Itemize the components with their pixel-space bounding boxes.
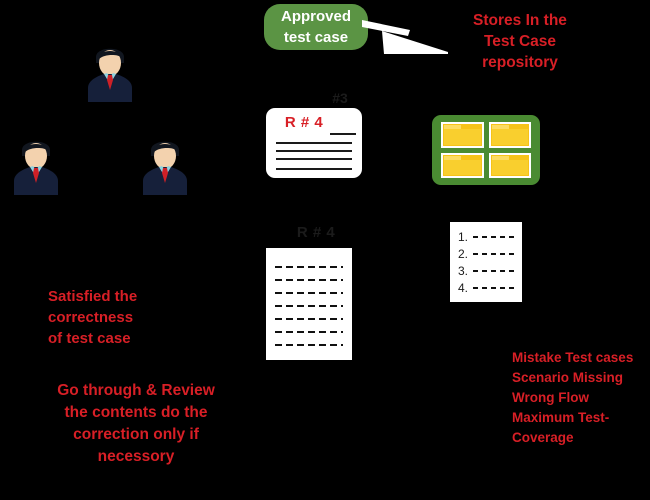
- ghost-label-hash3: #3: [332, 90, 348, 106]
- annotation-satisfied-correctness: Satisfied the correctness of test case: [48, 286, 218, 349]
- mistake-line-1: Mistake Test cases: [512, 350, 634, 365]
- list-item: 3.: [458, 262, 522, 279]
- folder-icon: [443, 154, 482, 176]
- card-title: R # 4: [284, 114, 324, 131]
- mistake-line-4: Maximum Test-: [512, 410, 610, 425]
- document-dashed-line: [275, 344, 343, 346]
- pill-label-line1: Approved: [280, 8, 351, 25]
- list-item: 1.: [458, 228, 522, 245]
- card-body-line: [276, 142, 352, 144]
- review-line-3: correction only if: [73, 426, 199, 443]
- annotation-stores-in-repository: Stores In the Test Case repository: [430, 10, 610, 73]
- satisfied-line-1: Satisfied the: [48, 288, 138, 305]
- reviewer-avatar-top: [82, 40, 138, 102]
- folder-icon: [490, 124, 529, 146]
- review-line-2: the contents do the: [64, 404, 208, 421]
- list-item-number: 2.: [458, 246, 469, 261]
- ghost-label-r4: R # 4: [296, 224, 336, 241]
- stores-line-2: Test Case: [483, 33, 557, 50]
- test-case-card: R # 4: [266, 108, 362, 178]
- folder-icon: [443, 124, 482, 146]
- mistake-line-5: Coverage: [512, 430, 574, 445]
- list-item-number: 4.: [458, 280, 469, 295]
- annotation-mistake-list: Mistake Test cases Scenario Missing Wron…: [512, 348, 650, 448]
- list-item-dashes: [473, 235, 514, 238]
- mistake-line-3: Wrong Flow: [512, 390, 589, 405]
- document-dashed-line: [275, 318, 343, 320]
- pill-label-line2: test case: [283, 29, 349, 46]
- satisfied-line-3: of test case: [48, 330, 131, 347]
- mistake-line-2: Scenario Missing: [512, 370, 624, 385]
- numbered-checklist-card: 1. 2. 3. 4.: [450, 222, 522, 302]
- folder-frame: [441, 152, 484, 178]
- reviewer-avatar-right: [137, 133, 193, 195]
- list-item-number: 3.: [458, 263, 469, 278]
- document-dashed-line: [275, 331, 343, 333]
- review-line-1: Go through & Review: [57, 382, 215, 399]
- satisfied-line-2: correctness: [48, 309, 134, 326]
- card-body-line: [276, 150, 352, 152]
- diagram-canvas: Approved test case Stores In the Test Ca…: [0, 0, 650, 500]
- reviewer-avatar-left: [8, 133, 64, 195]
- card-header-rule: [330, 133, 356, 135]
- test-case-document: [266, 248, 352, 360]
- stores-line-3: repository: [482, 54, 558, 71]
- list-item-dashes: [473, 269, 514, 272]
- list-item-number: 1.: [458, 229, 469, 244]
- card-body-line: [276, 168, 352, 170]
- document-dashed-line: [275, 292, 343, 294]
- folder-icon: [490, 154, 529, 176]
- folder-frame: [441, 122, 484, 148]
- stores-line-1: Stores In the: [473, 12, 567, 29]
- card-body-line: [276, 158, 352, 160]
- document-dashed-line: [275, 305, 343, 307]
- document-dashed-line: [275, 266, 343, 268]
- review-line-4: necessory: [97, 448, 175, 465]
- list-item: 4.: [458, 279, 522, 296]
- annotation-review-contents: Go through & Review the contents do the …: [26, 380, 246, 468]
- list-item: 2.: [458, 245, 522, 262]
- list-item-dashes: [473, 286, 514, 289]
- test-case-repository: [432, 115, 540, 185]
- folder-frame: [488, 122, 531, 148]
- approved-test-case-pill: Approved test case: [264, 4, 368, 50]
- list-item-dashes: [473, 252, 514, 255]
- document-dashed-line: [275, 279, 343, 281]
- folder-frame: [488, 152, 531, 178]
